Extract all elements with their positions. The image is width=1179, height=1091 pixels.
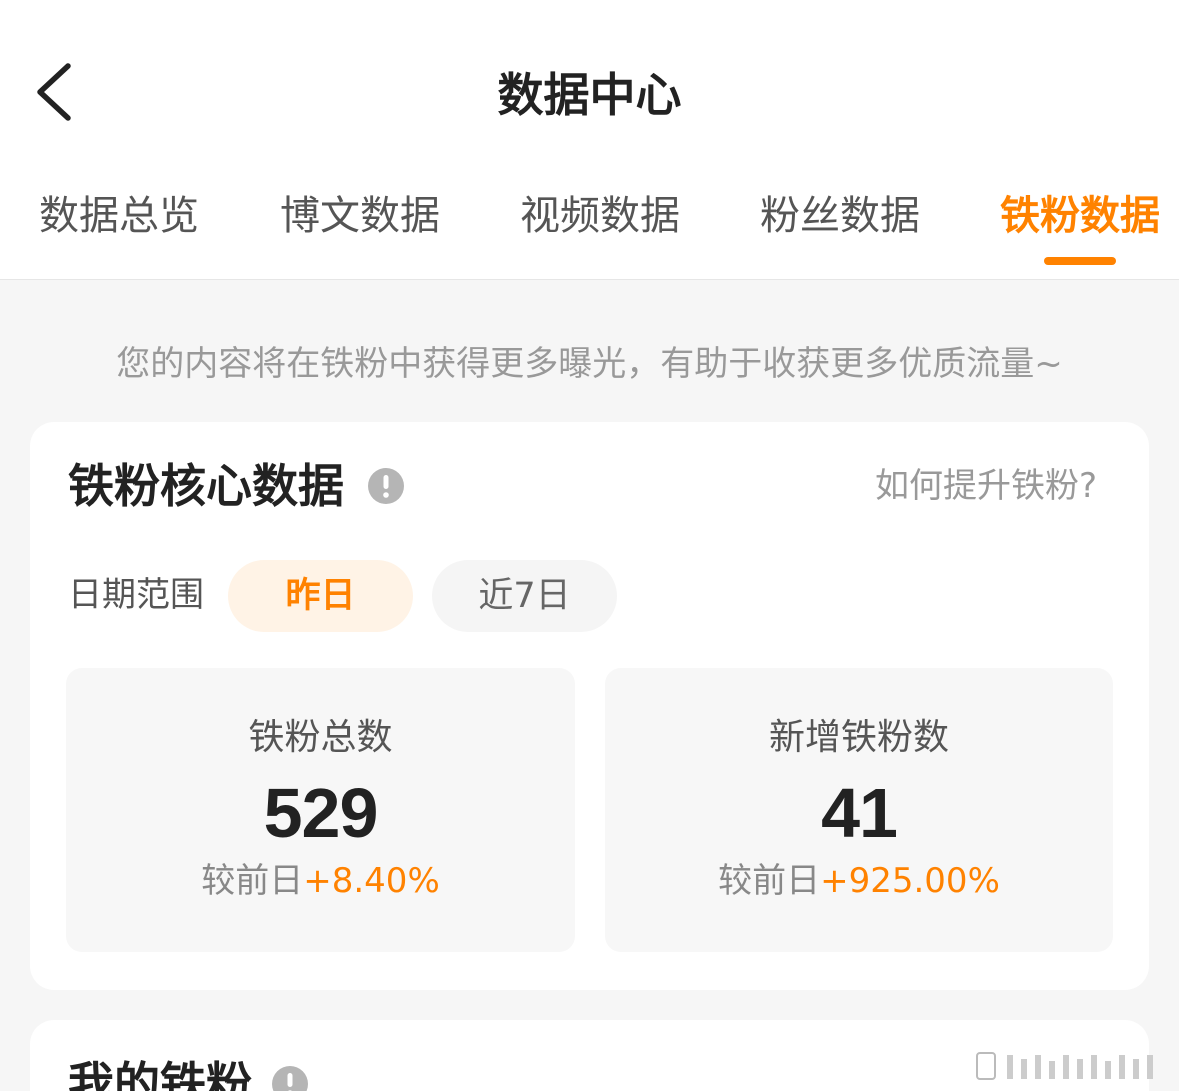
stat-new-iron-fans: 新增铁粉数 41 较前日+925.00%	[605, 668, 1113, 952]
tab-iron-fans-data[interactable]: 铁粉数据	[985, 185, 1175, 247]
info-button[interactable]	[368, 468, 404, 504]
stat-value: 41	[821, 774, 898, 852]
compare-value: +8.40%	[303, 861, 440, 901]
stat-total-iron-fans: 铁粉总数 529 较前日+8.40%	[66, 668, 575, 952]
compare-label: 较前日	[718, 861, 821, 901]
tab-post-data[interactable]: 博文数据	[265, 185, 455, 247]
stat-label: 新增铁粉数	[768, 717, 949, 758]
tab-bar: 数据总览 博文数据 视频数据 粉丝数据 铁粉数据	[0, 185, 1179, 280]
notice-text: 您的内容将在铁粉中获得更多曝光，有助于收获更多优质流量~	[116, 344, 1063, 384]
watermark-icon	[975, 1049, 1175, 1085]
data-center-page: 数据中心 数据总览 博文数据 视频数据 粉丝数据 铁粉数据 您的内容将在铁粉中获…	[0, 0, 1179, 1091]
tab-overview[interactable]: 数据总览	[24, 185, 214, 247]
tab-video-data[interactable]: 视频数据	[505, 185, 695, 247]
date-option-yesterday[interactable]: 昨日	[228, 560, 413, 632]
info-icon	[368, 468, 404, 504]
card-title: 铁粉核心数据	[68, 459, 344, 513]
stat-value: 529	[263, 774, 379, 852]
card-title: 我的铁粉	[68, 1057, 252, 1091]
info-icon	[272, 1066, 308, 1091]
how-to-improve-link[interactable]: 如何提升铁粉?	[875, 458, 1097, 514]
compare-value: +925.00%	[820, 861, 1000, 901]
header: 数据中心 数据总览 博文数据 视频数据 粉丝数据 铁粉数据	[0, 0, 1179, 280]
core-data-card: 铁粉核心数据 如何提升铁粉? 日期范围 昨日 近7日 铁粉总数 529 较前日+…	[30, 422, 1149, 990]
date-option-last-7-days[interactable]: 近7日	[432, 560, 617, 632]
stat-compare: 较前日+8.40%	[66, 856, 575, 906]
info-button[interactable]	[272, 1066, 308, 1091]
stat-label: 铁粉总数	[248, 717, 393, 758]
date-range-label: 日期范围	[68, 575, 204, 615]
stat-compare: 较前日+925.00%	[605, 856, 1113, 906]
compare-label: 较前日	[201, 861, 304, 901]
active-tab-indicator	[1044, 257, 1116, 265]
page-title: 数据中心	[497, 68, 682, 122]
tab-fans-data[interactable]: 粉丝数据	[745, 185, 935, 247]
